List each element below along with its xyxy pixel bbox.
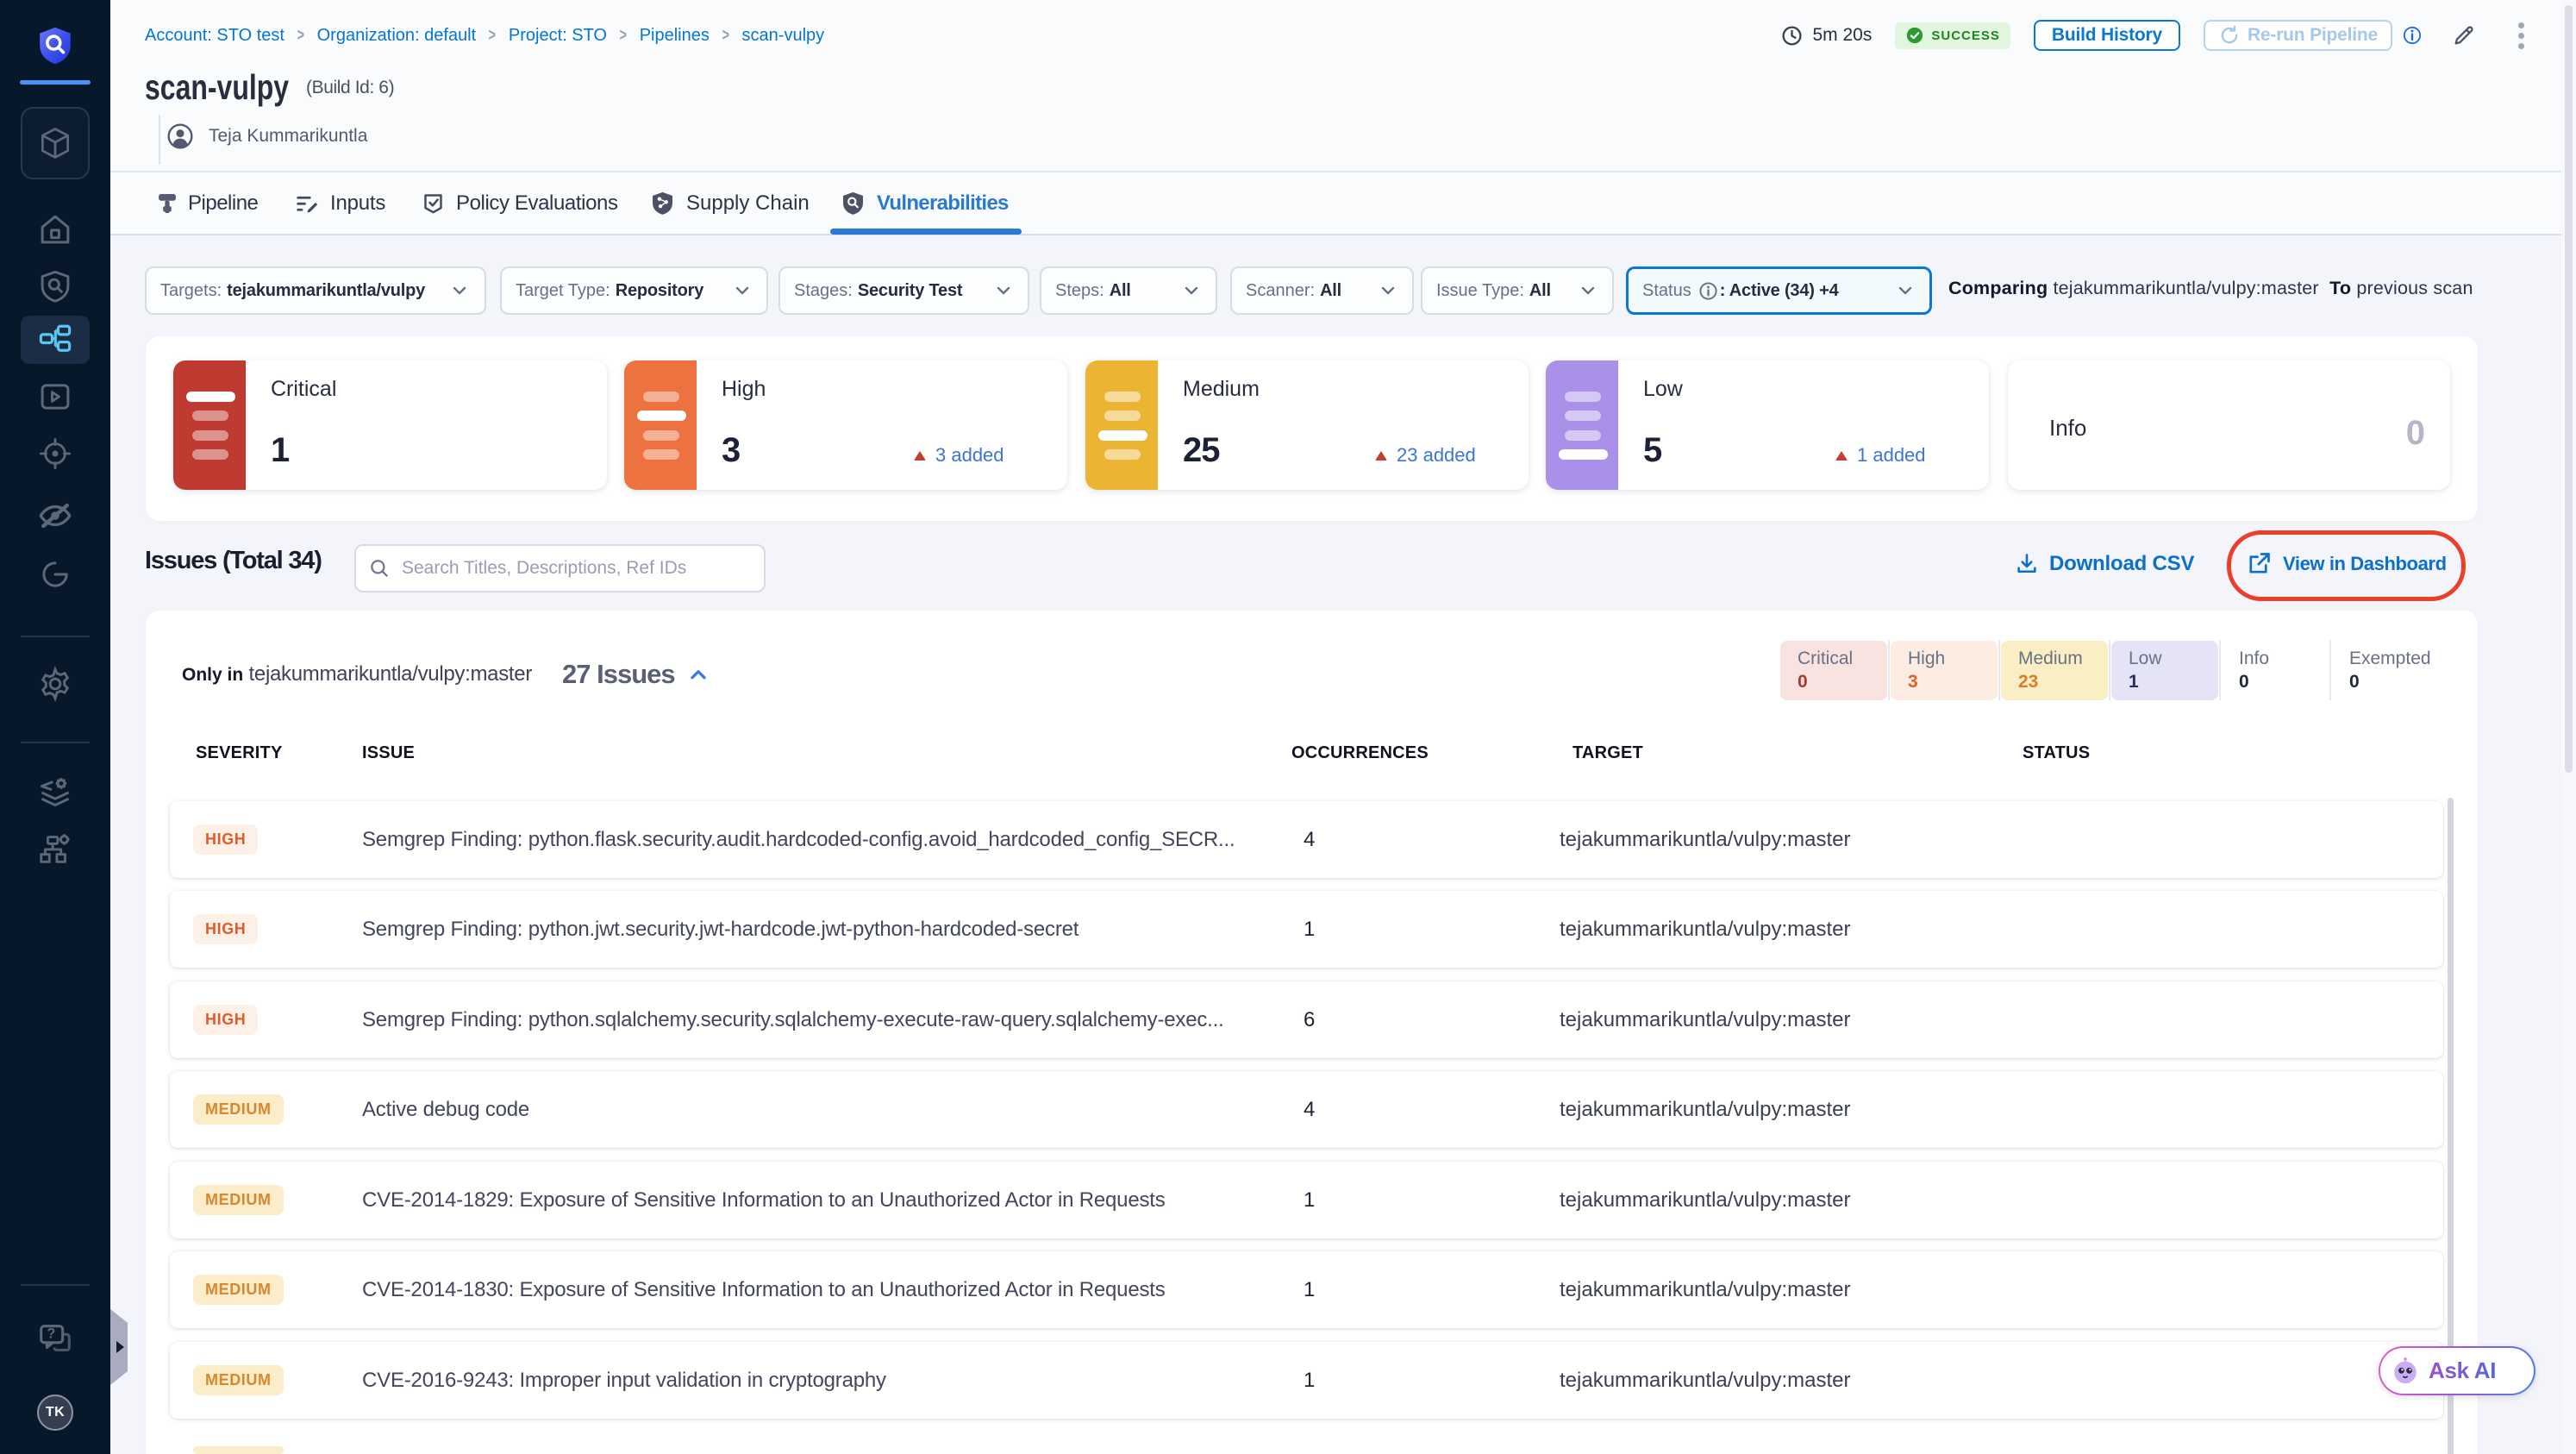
svg-text:?: ? bbox=[47, 1326, 55, 1341]
